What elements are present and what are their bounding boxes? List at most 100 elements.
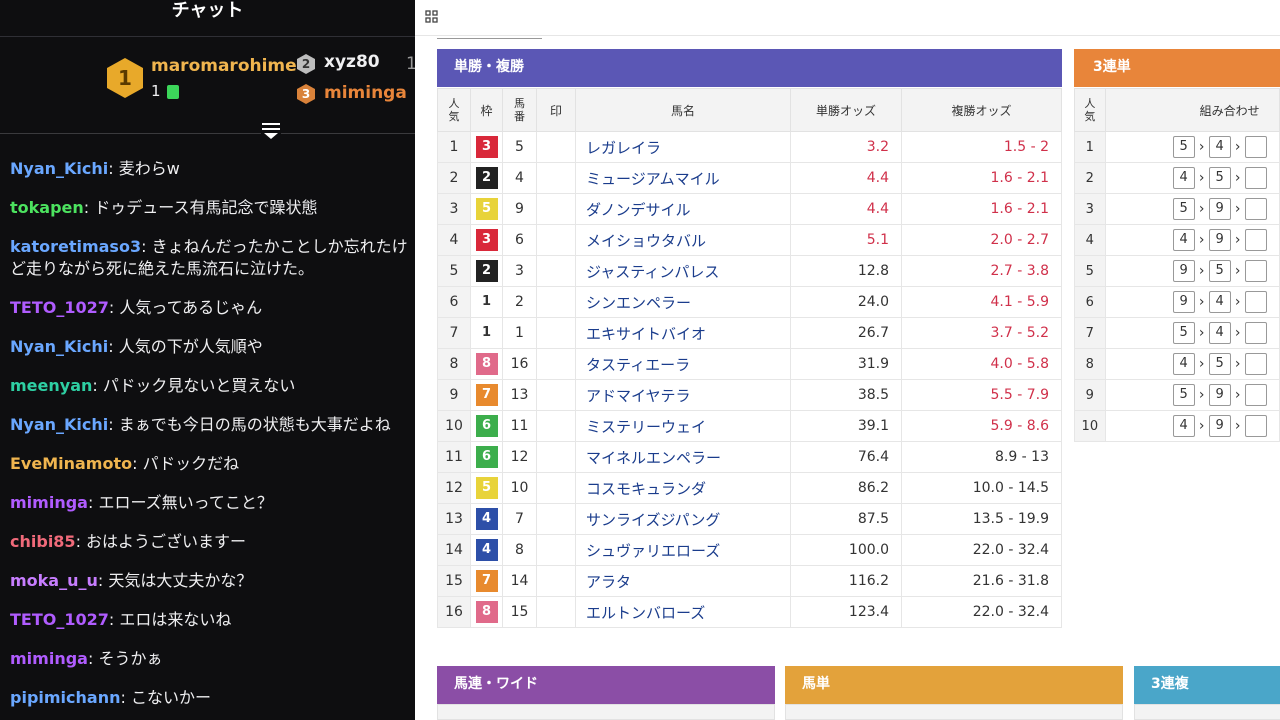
horse-name[interactable]: ジャスティンパレス xyxy=(575,255,791,287)
horse-name[interactable]: アドマイヤテラ xyxy=(575,379,791,411)
waku-cell: 8 xyxy=(470,596,503,628)
horse-name[interactable]: シュヴァリエローズ xyxy=(575,534,791,566)
mark-cell[interactable] xyxy=(536,193,576,225)
horse-name[interactable]: エキサイトバイオ xyxy=(575,317,791,349)
combo-cell: 5 › 4 › xyxy=(1104,131,1280,163)
horse-name[interactable]: サンライズジパング xyxy=(575,503,791,535)
horse-name[interactable]: エルトンバローズ xyxy=(575,596,791,628)
mark-cell[interactable] xyxy=(536,224,576,256)
mark-cell[interactable] xyxy=(536,131,576,163)
chat-username[interactable]: meenyan xyxy=(10,376,92,395)
section-table-head xyxy=(1134,704,1280,720)
horse-name[interactable]: アラタ xyxy=(575,565,791,597)
mark-cell[interactable] xyxy=(536,255,576,287)
chat-username[interactable]: Nyan_Kichi xyxy=(10,415,108,434)
arrow-right-icon: › xyxy=(1198,201,1205,217)
horse-row[interactable]: 3 5 9 ダノンデサイル 4.4 1.6 - 2.1 xyxy=(437,193,1062,225)
horse-name[interactable]: タスティエーラ xyxy=(575,348,791,380)
chat-username[interactable]: pipimichann xyxy=(10,688,120,707)
horse-row[interactable]: 10 6 11 ミステリーウェイ 39.1 5.9 - 8.6 xyxy=(437,410,1062,442)
trifecta-row[interactable]: 1 5 › 4 › xyxy=(1074,131,1280,163)
horse-row[interactable]: 9 7 13 アドマイヤテラ 38.5 5.5 - 7.9 xyxy=(437,379,1062,411)
leaderboard-third-name[interactable]: miminga xyxy=(324,83,407,103)
mark-cell[interactable] xyxy=(536,317,576,349)
trifecta-row[interactable]: 4 4 › 9 › xyxy=(1074,224,1280,256)
horse-name[interactable]: シンエンペラー xyxy=(575,286,791,318)
chat-username[interactable]: miminga xyxy=(10,649,88,668)
grid-menu-icon[interactable] xyxy=(425,10,439,24)
chat-username[interactable]: miminga xyxy=(10,493,88,512)
horse-name[interactable]: レガレイラ xyxy=(575,131,791,163)
chat-username[interactable]: moka_u_u xyxy=(10,571,98,590)
waku-badge: 4 xyxy=(475,508,498,530)
chat-username[interactable]: tokapen xyxy=(10,198,84,217)
collapse-leaderboard-icon[interactable] xyxy=(261,121,281,141)
horse-name[interactable]: コスモキュランダ xyxy=(575,472,791,504)
mark-cell[interactable] xyxy=(536,472,576,504)
horse-name[interactable]: マイネルエンペラー xyxy=(575,441,791,473)
horse-row[interactable]: 6 1 2 シンエンペラー 24.0 4.1 - 5.9 xyxy=(437,286,1062,318)
mark-cell[interactable] xyxy=(536,441,576,473)
horse-row[interactable]: 2 2 4 ミュージアムマイル 4.4 1.6 - 2.1 xyxy=(437,162,1062,194)
mark-cell[interactable] xyxy=(536,596,576,628)
horse-row[interactable]: 13 4 7 サンライズジパング 87.5 13.5 - 19.9 xyxy=(437,503,1062,535)
horse-name[interactable]: ダノンデサイル xyxy=(575,193,791,225)
chat-text: 人気の下が人気順や xyxy=(118,337,263,356)
combo-second: 4 xyxy=(1208,136,1231,158)
horse-row[interactable]: 1 3 5 レガレイラ 3.2 1.5 - 2 xyxy=(437,131,1062,163)
horse-name[interactable]: ミステリーウェイ xyxy=(575,410,791,442)
combo-third xyxy=(1244,291,1267,313)
horse-number-cell: 7 xyxy=(502,503,537,535)
chat-username[interactable]: chibi85 xyxy=(10,532,76,551)
section-title: 馬単 xyxy=(802,676,830,692)
trifecta-row[interactable]: 8 4 › 5 › xyxy=(1074,348,1280,380)
mark-cell[interactable] xyxy=(536,534,576,566)
trifecta-row[interactable]: 3 5 › 9 › xyxy=(1074,193,1280,225)
place-odds: 8.9 - 13 xyxy=(901,441,1062,473)
chat-username[interactable]: EveMinamoto xyxy=(10,454,132,473)
place-odds: 2.0 - 2.7 xyxy=(901,224,1062,256)
trifecta-row[interactable]: 2 4 › 5 › xyxy=(1074,162,1280,194)
trifecta-row[interactable]: 9 5 › 9 › xyxy=(1074,379,1280,411)
combo-third xyxy=(1244,136,1267,158)
waku-badge: 6 xyxy=(475,415,498,437)
waku-cell: 4 xyxy=(470,534,503,566)
mark-cell[interactable] xyxy=(536,379,576,411)
horse-row[interactable]: 5 2 3 ジャスティンパレス 12.8 2.7 - 3.8 xyxy=(437,255,1062,287)
chat-username[interactable]: TETO_1027 xyxy=(10,610,109,629)
horse-name[interactable]: ミュージアムマイル xyxy=(575,162,791,194)
mark-cell[interactable] xyxy=(536,410,576,442)
leaderboard-first-name[interactable]: maromarohime xyxy=(151,56,297,76)
horse-row[interactable]: 4 3 6 メイショウタバル 5.1 2.0 - 2.7 xyxy=(437,224,1062,256)
horse-row[interactable]: 14 4 8 シュヴァリエローズ 100.0 22.0 - 32.4 xyxy=(437,534,1062,566)
horse-row[interactable]: 15 7 14 アラタ 116.2 21.6 - 31.8 xyxy=(437,565,1062,597)
mark-cell[interactable] xyxy=(536,286,576,318)
combo-third xyxy=(1244,198,1267,220)
trifecta-row[interactable]: 6 9 › 4 › xyxy=(1074,286,1280,318)
popularity-cell: 3 xyxy=(437,193,471,225)
chat-username[interactable]: katoretimaso3 xyxy=(10,237,141,256)
horse-row[interactable]: 7 1 1 エキサイトバイオ 26.7 3.7 - 5.2 xyxy=(437,317,1062,349)
horse-row[interactable]: 11 6 12 マイネルエンペラー 76.4 8.9 - 13 xyxy=(437,441,1062,473)
combo-first: 5 xyxy=(1172,384,1195,406)
horse-row[interactable]: 12 5 10 コスモキュランダ 86.2 10.0 - 14.5 xyxy=(437,472,1062,504)
mark-cell[interactable] xyxy=(536,348,576,380)
horse-row[interactable]: 8 8 16 タスティエーラ 31.9 4.0 - 5.8 xyxy=(437,348,1062,380)
chat-username[interactable]: TETO_1027 xyxy=(10,298,109,317)
popularity-cell: 2 xyxy=(1074,162,1106,194)
chat-text: まぁでも今日の馬の状態も大事だよね xyxy=(118,415,391,434)
chat-username[interactable]: Nyan_Kichi xyxy=(10,337,108,356)
combo-second: 9 xyxy=(1208,384,1231,406)
mark-cell[interactable] xyxy=(536,162,576,194)
place-odds: 22.0 - 32.4 xyxy=(901,596,1062,628)
mark-cell[interactable] xyxy=(536,565,576,597)
horse-row[interactable]: 16 8 15 エルトンバローズ 123.4 22.0 - 32.4 xyxy=(437,596,1062,628)
leaderboard-second-name[interactable]: xyz80 xyxy=(324,52,380,72)
trifecta-row[interactable]: 5 9 › 5 › xyxy=(1074,255,1280,287)
trifecta-row[interactable]: 10 4 › 9 › xyxy=(1074,410,1280,442)
trifecta-row[interactable]: 7 5 › 4 › xyxy=(1074,317,1280,349)
horse-name[interactable]: メイショウタバル xyxy=(575,224,791,256)
chat-username[interactable]: Nyan_Kichi xyxy=(10,159,108,178)
toolbar xyxy=(415,0,1280,36)
mark-cell[interactable] xyxy=(536,503,576,535)
